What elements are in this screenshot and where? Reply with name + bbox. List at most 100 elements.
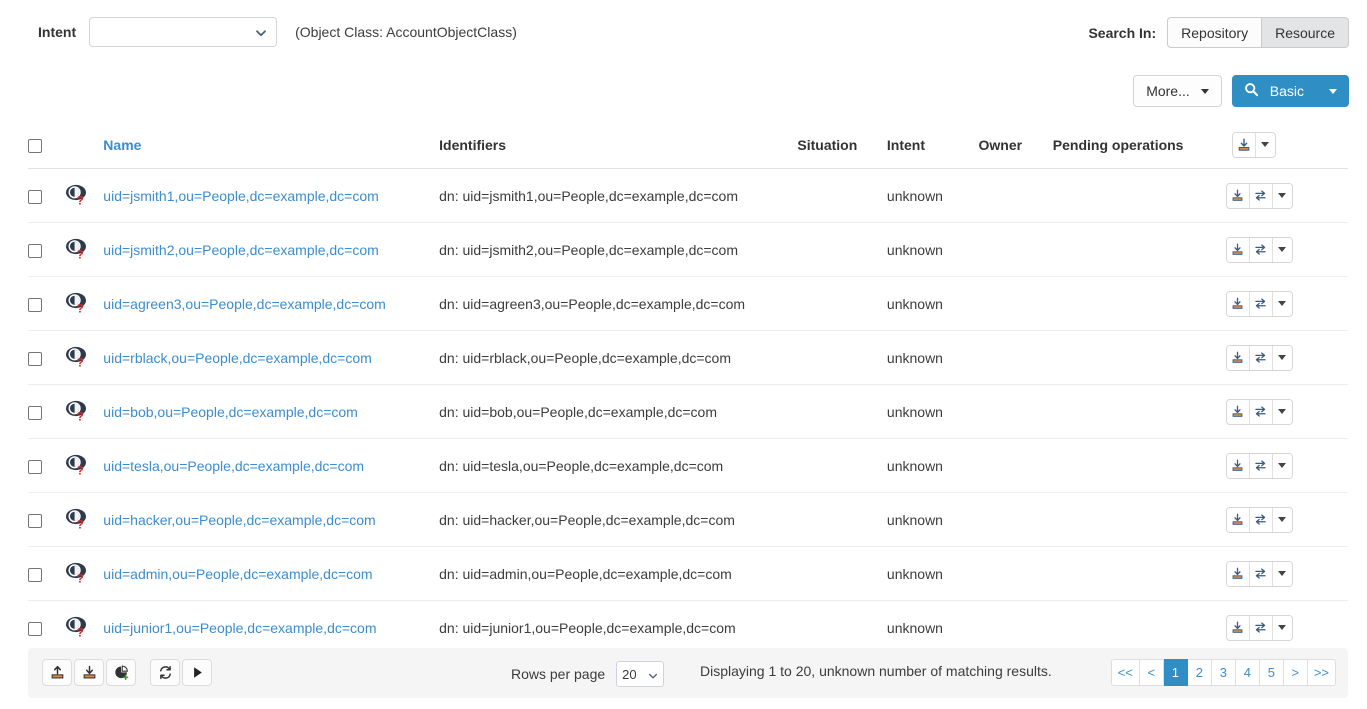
row-situation bbox=[797, 439, 887, 493]
account-name-link[interactable]: uid=agreen3,ou=People,dc=example,dc=com bbox=[103, 296, 386, 312]
exchange-arrows-icon[interactable] bbox=[1250, 184, 1273, 208]
row-checkbox[interactable] bbox=[28, 352, 42, 366]
row-icon-cell: ? bbox=[63, 385, 104, 439]
exchange-arrows-icon[interactable] bbox=[1250, 562, 1273, 586]
exchange-arrows-icon[interactable] bbox=[1250, 616, 1273, 640]
page-root: Intent (Object Class: AccountObjectClass… bbox=[0, 0, 1367, 709]
play-icon[interactable] bbox=[182, 659, 212, 686]
account-name-link[interactable]: uid=tesla,ou=People,dc=example,dc=com bbox=[103, 458, 364, 474]
row-owner bbox=[979, 601, 1053, 655]
download-icon[interactable] bbox=[1233, 133, 1256, 157]
download-icon[interactable] bbox=[1227, 616, 1250, 640]
basic-search-button[interactable]: Basic bbox=[1232, 75, 1349, 107]
chevron-down-icon[interactable] bbox=[1273, 346, 1292, 370]
pagination-item[interactable]: 4 bbox=[1236, 659, 1260, 686]
row-pending-operations bbox=[1053, 385, 1226, 439]
pagination-item[interactable]: > bbox=[1284, 659, 1308, 686]
download-icon[interactable] bbox=[1227, 292, 1250, 316]
rows-per-page-group: Rows per page 20 bbox=[511, 661, 664, 687]
chevron-down-icon[interactable] bbox=[1273, 238, 1292, 262]
chevron-down-icon[interactable] bbox=[1273, 184, 1292, 208]
exchange-arrows-icon[interactable] bbox=[1250, 346, 1273, 370]
pagination-item[interactable]: << bbox=[1111, 659, 1140, 686]
account-name-link[interactable]: uid=junior1,ou=People,dc=example,dc=com bbox=[103, 620, 376, 636]
column-header-name[interactable]: Name bbox=[103, 121, 439, 169]
row-select-cell bbox=[28, 277, 63, 331]
account-name-link[interactable]: uid=hacker,ou=People,dc=example,dc=com bbox=[103, 512, 375, 528]
table-export-button-group bbox=[1232, 132, 1276, 158]
row-select-cell bbox=[28, 439, 63, 493]
row-checkbox[interactable] bbox=[28, 622, 42, 636]
table-row: ?uid=jsmith2,ou=People,dc=example,dc=com… bbox=[28, 223, 1348, 277]
row-pending-operations bbox=[1053, 331, 1226, 385]
import-icon[interactable] bbox=[74, 659, 104, 686]
row-checkbox[interactable] bbox=[28, 514, 42, 528]
row-icon-cell: ? bbox=[63, 169, 104, 223]
row-intent: unknown bbox=[887, 169, 979, 223]
column-header-pending-operations: Pending operations bbox=[1053, 121, 1226, 169]
intent-select[interactable] bbox=[89, 17, 277, 47]
exchange-arrows-icon[interactable] bbox=[1250, 508, 1273, 532]
row-checkbox[interactable] bbox=[28, 298, 42, 312]
download-icon[interactable] bbox=[1227, 400, 1250, 424]
export-icon[interactable] bbox=[42, 659, 72, 686]
row-action-button-group bbox=[1226, 237, 1293, 263]
select-all-checkbox[interactable] bbox=[28, 139, 42, 153]
row-select-cell bbox=[28, 331, 63, 385]
pagination-item[interactable]: 2 bbox=[1188, 659, 1212, 686]
svg-text:?: ? bbox=[76, 409, 83, 422]
search-in-resource-button[interactable]: Resource bbox=[1262, 17, 1349, 48]
more-options-button[interactable]: More... bbox=[1133, 75, 1222, 107]
row-checkbox[interactable] bbox=[28, 568, 42, 582]
pagination-item[interactable]: >> bbox=[1308, 659, 1336, 686]
row-owner bbox=[979, 331, 1053, 385]
row-checkbox[interactable] bbox=[28, 460, 42, 474]
account-name-link[interactable]: uid=bob,ou=People,dc=example,dc=com bbox=[103, 404, 358, 420]
search-icon bbox=[1244, 82, 1259, 100]
select-all-header bbox=[28, 121, 63, 169]
shadow-unknown-icon: ? bbox=[63, 290, 91, 314]
account-name-link[interactable]: uid=jsmith1,ou=People,dc=example,dc=com bbox=[103, 188, 379, 204]
pagination-item[interactable]: 3 bbox=[1212, 659, 1236, 686]
account-name-link[interactable]: uid=jsmith2,ou=People,dc=example,dc=com bbox=[103, 242, 379, 258]
download-icon[interactable] bbox=[1227, 346, 1250, 370]
chevron-down-icon[interactable] bbox=[1273, 562, 1292, 586]
row-intent: unknown bbox=[887, 547, 979, 601]
exchange-arrows-icon[interactable] bbox=[1250, 292, 1273, 316]
download-icon[interactable] bbox=[1227, 238, 1250, 262]
pagination-item[interactable]: < bbox=[1140, 659, 1164, 686]
rows-per-page-select[interactable]: 20 bbox=[616, 661, 664, 687]
row-situation bbox=[797, 601, 887, 655]
account-name-link[interactable]: uid=rblack,ou=People,dc=example,dc=com bbox=[103, 350, 372, 366]
download-icon[interactable] bbox=[1227, 562, 1250, 586]
account-name-link[interactable]: uid=admin,ou=People,dc=example,dc=com bbox=[103, 566, 372, 582]
chevron-down-icon[interactable] bbox=[1273, 400, 1292, 424]
pagination-item[interactable]: 5 bbox=[1260, 659, 1284, 686]
exchange-arrows-icon[interactable] bbox=[1250, 238, 1273, 262]
exchange-arrows-icon[interactable] bbox=[1250, 454, 1273, 478]
row-icon-cell: ? bbox=[63, 439, 104, 493]
row-identifiers: dn: uid=jsmith1,ou=People,dc=example,dc=… bbox=[439, 169, 797, 223]
refresh-icon[interactable] bbox=[150, 659, 180, 686]
row-situation bbox=[797, 331, 887, 385]
row-checkbox[interactable] bbox=[28, 190, 42, 204]
row-action-button-group bbox=[1226, 561, 1293, 587]
download-icon[interactable] bbox=[1227, 184, 1250, 208]
column-header-identifiers: Identifiers bbox=[439, 121, 797, 169]
row-select-cell bbox=[28, 547, 63, 601]
exchange-arrows-icon[interactable] bbox=[1250, 400, 1273, 424]
chevron-down-icon[interactable] bbox=[1273, 616, 1292, 640]
row-identifiers: dn: uid=jsmith2,ou=People,dc=example,dc=… bbox=[439, 223, 797, 277]
download-icon[interactable] bbox=[1227, 508, 1250, 532]
chevron-down-icon[interactable] bbox=[1273, 454, 1292, 478]
pagination-item[interactable]: 1 bbox=[1164, 659, 1188, 686]
chevron-down-icon[interactable] bbox=[1273, 508, 1292, 532]
row-checkbox[interactable] bbox=[28, 406, 42, 420]
chevron-down-icon[interactable] bbox=[1273, 292, 1292, 316]
row-checkbox[interactable] bbox=[28, 244, 42, 258]
pie-chart-add-icon[interactable] bbox=[106, 659, 136, 686]
row-intent: unknown bbox=[887, 223, 979, 277]
download-icon[interactable] bbox=[1227, 454, 1250, 478]
search-in-repository-button[interactable]: Repository bbox=[1167, 17, 1262, 48]
chevron-down-icon[interactable] bbox=[1256, 133, 1275, 157]
